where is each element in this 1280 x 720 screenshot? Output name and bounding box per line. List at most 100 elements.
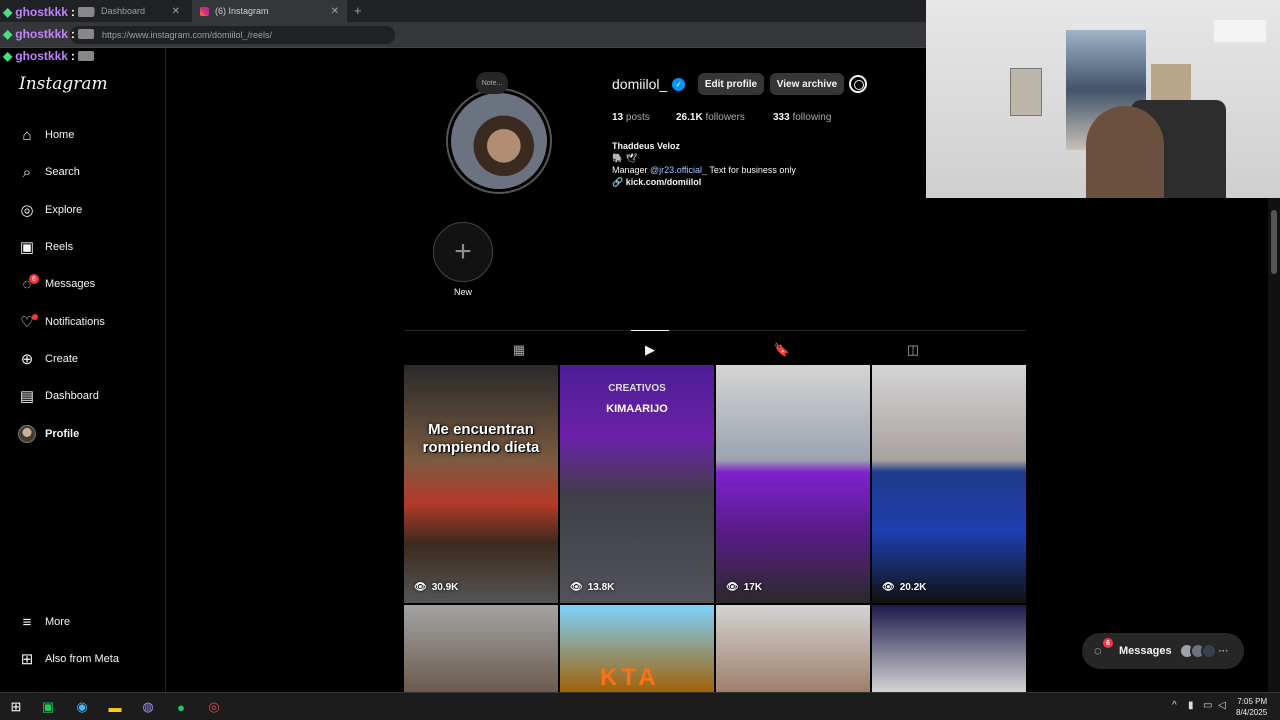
eye-icon: 👁 [570, 582, 583, 593]
sidebar-item-dashboard[interactable]: ▤ Dashboard [0, 380, 166, 412]
sidebar-item-label: Explore [45, 204, 83, 216]
plus-icon: + [454, 235, 472, 268]
profile-username: domiilol_ ✓ [612, 76, 686, 92]
reel-tile[interactable]: CREATIVOS KIMAARIJO 👁 13.8K [560, 365, 714, 603]
reel-tile[interactable]: 👁 20.2K [872, 365, 1026, 603]
new-highlight-button[interactable]: + [433, 222, 493, 282]
sidebar-item-search[interactable]: ⌕ Search [0, 156, 166, 188]
tab-saved-bookmark-icon[interactable]: 🔖 [773, 341, 791, 359]
tab-label: Dashboard [101, 6, 146, 16]
network-icon[interactable]: ▭ [1203, 700, 1212, 711]
reel-tile[interactable] [404, 605, 558, 692]
tab-tagged-icon[interactable]: ◫ [904, 341, 922, 359]
following-stat[interactable]: 333 following [773, 112, 831, 123]
reel-tile[interactable]: KTA [560, 605, 714, 692]
sidebar-item-messages[interactable]: ◌ 6 Messages [0, 268, 166, 300]
instagram-logo[interactable]: Instagram [19, 74, 108, 94]
eye-icon: 👁 [414, 582, 427, 593]
gem-icon: ◆ [3, 49, 13, 63]
new-tab-button[interactable]: + [354, 3, 362, 18]
sidebar-item-label: Search [45, 166, 80, 178]
link-icon: 🔗 [612, 177, 624, 187]
settings-gear-icon[interactable] [849, 75, 867, 93]
note-bubble[interactable]: Note... [476, 72, 508, 94]
chat-user: ghostkkk [15, 27, 68, 41]
reel-tile[interactable] [872, 605, 1026, 692]
chat-colon: : [70, 5, 75, 19]
bio-external-link[interactable]: 🔗 kick.com/domiilol [612, 176, 796, 188]
scrollbar-thumb[interactable] [1271, 210, 1277, 274]
sidebar-item-label: Messages [45, 278, 96, 290]
messenger-icon: ◌ 6 [1094, 638, 1113, 659]
edit-profile-button[interactable]: Edit profile [698, 73, 764, 95]
profile-tabs: ▦ ▶ 🔖 ◫ [404, 330, 1026, 364]
reels-icon: ▣ [19, 239, 35, 256]
sidebar-item-profile[interactable]: Profile [0, 418, 166, 450]
sidebar-item-also-from-meta[interactable]: ⊞ Also from Meta [0, 643, 166, 675]
reel-tile[interactable]: 👁 17K [716, 365, 870, 603]
spotify-app-icon[interactable]: ● [172, 698, 190, 716]
sidebar-item-more[interactable]: ≡ More [0, 606, 166, 638]
sidebar-item-reels[interactable]: ▣ Reels [0, 231, 166, 263]
wall-poster-image [1010, 68, 1042, 116]
reel-views: 👁 13.8K [570, 582, 615, 593]
reel-views: 👁 20.2K [882, 582, 927, 593]
tab-label: (6) Instagram [215, 6, 269, 16]
avatar [18, 425, 36, 443]
chat-message: ◆ ghostkkk : [3, 1, 94, 23]
air-conditioner-image [1214, 20, 1266, 42]
reel-tile[interactable]: Me encuentran rompiendo dieta 👁 30.9K [404, 365, 558, 603]
microphone-icon[interactable]: ▮ [1188, 700, 1194, 711]
sidebar-item-notifications[interactable]: ♡ Notifications [0, 306, 166, 338]
obs-app-icon[interactable]: ◎ [205, 698, 223, 716]
close-icon[interactable]: ✕ [331, 6, 339, 17]
more-dots-icon: ··· [1218, 645, 1229, 657]
close-icon[interactable]: ✕ [172, 6, 180, 17]
bio-mention-link[interactable]: @jr23.official_ [650, 165, 707, 175]
chat-message: ◆ ghostkkk : [3, 23, 94, 45]
link-text: kick.com/domiilol [625, 177, 702, 187]
compass-icon: ◎ [20, 202, 34, 219]
messages-floating-button[interactable]: ◌ 6 Messages ··· [1082, 633, 1244, 669]
chat-colon: : [70, 49, 75, 63]
discord-app-icon[interactable]: ◍ [139, 698, 157, 716]
avatar [1200, 643, 1217, 659]
home-icon: ⌂ [22, 126, 32, 144]
windows-start-icon[interactable]: ⊞ [7, 698, 25, 716]
profile-avatar [18, 425, 36, 443]
chart-icon: ▤ [19, 388, 35, 405]
chevron-up-icon[interactable]: ^ [1172, 700, 1177, 711]
file-explorer-icon[interactable]: ▬ [106, 698, 124, 716]
system-clock[interactable]: 7:05 PM 8/4/2025 [1236, 696, 1267, 718]
chat-message: ◆ ghostkkk : [3, 45, 94, 67]
followers-stat[interactable]: 26.1K followers [676, 112, 745, 123]
tab-reels-icon[interactable]: ▶ [631, 330, 669, 359]
clock-time: 7:05 PM [1237, 697, 1268, 706]
url-field[interactable]: ⌂ https://www.instagram.com/domiilol_/re… [70, 26, 395, 44]
tab-dashboard[interactable]: Dashboard ✕ [78, 0, 188, 22]
sidebar: Instagram ⌂ Home ⌕ Search ◎ Explore ▣ Re… [0, 48, 166, 692]
posts-stat: 13 posts [612, 112, 650, 123]
sidebar-item-explore[interactable]: ◎ Explore [0, 194, 166, 226]
chat-user: ghostkkk [15, 5, 68, 19]
sidebar-item-home[interactable]: ⌂ Home [0, 119, 166, 151]
sidebar-item-label: Notifications [45, 316, 105, 328]
reel-tile[interactable] [716, 605, 870, 692]
scrollbar[interactable] [1268, 198, 1280, 692]
sidebar-item-label: Profile [45, 428, 80, 440]
reel-brand-text: KIMAARIJO [606, 403, 668, 415]
emote-icon [77, 7, 94, 17]
menu-icon: ≡ [22, 613, 32, 631]
gem-icon: ◆ [3, 27, 13, 41]
tab-instagram[interactable]: (6) Instagram ✕ [192, 0, 347, 22]
edge-browser-icon[interactable]: ◉ [73, 698, 91, 716]
emote-icon [77, 51, 94, 61]
sidebar-item-create[interactable]: ⊕ Create [0, 343, 166, 375]
tab-posts-grid-icon[interactable]: ▦ [510, 341, 528, 359]
view-archive-button[interactable]: View archive [770, 73, 844, 95]
volume-icon[interactable]: ◁ [1218, 700, 1226, 711]
terminal-app-icon[interactable]: ▣ [39, 698, 57, 716]
eye-icon: 👁 [726, 582, 739, 593]
avatar-stack [1178, 643, 1217, 659]
profile-picture[interactable] [446, 88, 552, 194]
